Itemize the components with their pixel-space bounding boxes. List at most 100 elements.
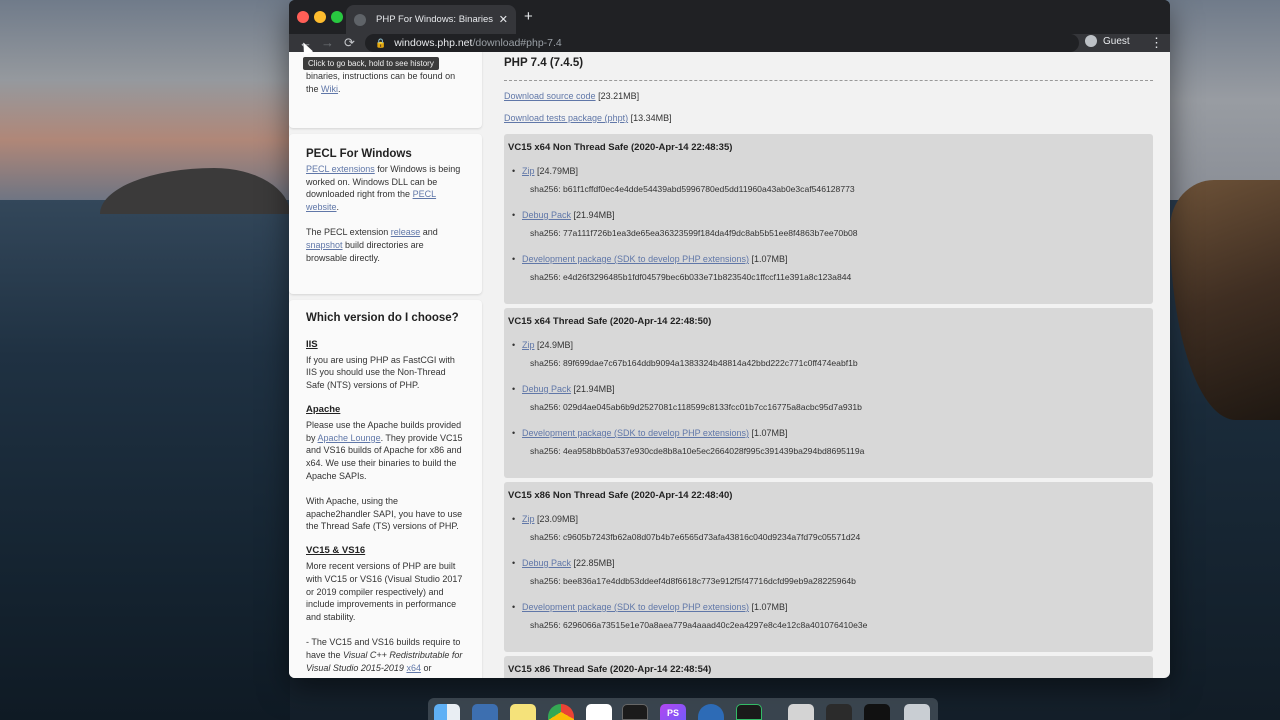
zip-link[interactable]: Zip xyxy=(522,166,535,176)
app-icon[interactable] xyxy=(826,704,852,720)
download-item: • Development package (SDK to develop PHP… xyxy=(512,602,788,612)
bullet-icon: • xyxy=(512,254,516,264)
build-block: VC15 x86 Thread Safe (2020-Apr-14 22:48:… xyxy=(504,656,1153,678)
iis-text: If you are using PHP as FastCGI with IIS… xyxy=(306,354,455,391)
dev-package-link[interactable]: Development package (SDK to develop PHP … xyxy=(522,254,749,264)
bullet-icon: • xyxy=(512,210,516,220)
preview-icon[interactable] xyxy=(472,704,498,720)
snapshot-link[interactable]: snapshot xyxy=(306,240,343,250)
build-title: VC15 x64 Non Thread Safe (2020-Apr-14 22… xyxy=(508,142,733,153)
tests-size: [13.34MB] xyxy=(630,113,672,123)
download-source-link[interactable]: Download source code xyxy=(504,91,596,101)
finder-icon[interactable] xyxy=(434,704,460,720)
sha256-value: sha256: 89f699dae7c67b164ddb9094a1383324… xyxy=(530,358,858,368)
file-size: [1.07MB] xyxy=(751,428,788,438)
divider xyxy=(504,80,1153,81)
menu-dots-icon[interactable]: ⋮ xyxy=(1150,34,1163,52)
release-link[interactable]: release xyxy=(391,227,421,237)
dev-package-link[interactable]: Development package (SDK to develop PHP … xyxy=(522,428,749,438)
source-download: Download source code [23.21MB] xyxy=(504,91,639,101)
bullet-icon: • xyxy=(512,428,516,438)
tab-php-windows[interactable]: PHP For Windows: Binaries and ✕ xyxy=(346,5,516,34)
close-window-button[interactable] xyxy=(297,11,309,23)
browser-toolbar: ← → ⟳ 🔒 windows.php.net/download#php-7.4… xyxy=(289,34,1170,52)
version-title: PHP 7.4 (7.4.5) xyxy=(504,57,584,69)
close-tab-icon[interactable]: ✕ xyxy=(499,13,508,26)
tab-title: PHP For Windows: Binaries and xyxy=(376,14,493,25)
file-size: [1.07MB] xyxy=(751,602,788,612)
file-size: [24.9MB] xyxy=(537,340,574,350)
vc-text: More recent versions of PHP are built wi… xyxy=(306,560,463,623)
forward-arrow-icon[interactable]: → xyxy=(321,34,334,52)
apache-heading: Apache xyxy=(306,403,341,415)
slack-icon[interactable] xyxy=(586,704,612,720)
back-tooltip: Click to go back, hold to see history xyxy=(303,57,439,70)
browser-window: PHP For Windows: Binaries and ✕ + ← → ⟳ … xyxy=(289,0,1170,678)
page-content: binaries, instructions can be found on t… xyxy=(289,52,1170,678)
build-title: VC15 x86 Thread Safe (2020-Apr-14 22:48:… xyxy=(508,664,712,675)
zip-link[interactable]: Zip xyxy=(522,340,535,350)
download-tests-link[interactable]: Download tests package (phpt) xyxy=(504,113,628,123)
file-size: [21.94MB] xyxy=(573,210,615,220)
iis-heading: IIS xyxy=(306,338,318,350)
trash-icon[interactable] xyxy=(904,704,930,720)
phpstorm-icon[interactable]: PS xyxy=(660,704,686,720)
build-title: VC15 x86 Non Thread Safe (2020-Apr-14 22… xyxy=(508,490,733,501)
address-bar[interactable]: 🔒 windows.php.net/download#php-7.4 xyxy=(365,34,1079,52)
build-title: VC15 x64 Thread Safe (2020-Apr-14 22:48:… xyxy=(508,316,712,327)
sha256-value: sha256: b61f1cffdf0ec4e4dde54439abd59967… xyxy=(530,184,855,194)
file-size: [1.07MB] xyxy=(751,254,788,264)
file-size: [23.09MB] xyxy=(537,514,579,524)
pecl-title: PECL For Windows xyxy=(306,148,412,160)
download-item: • Debug Pack [22.85MB] xyxy=(512,558,615,568)
sha256-value: sha256: 77a111f726b1ea3de65ea36323599f18… xyxy=(530,228,858,238)
debug-pack-link[interactable]: Debug Pack xyxy=(522,384,571,394)
chrome-icon[interactable] xyxy=(548,704,574,720)
dock: PS xyxy=(428,698,938,720)
tab-strip: PHP For Windows: Binaries and ✕ + xyxy=(289,0,1170,34)
network-icon[interactable] xyxy=(698,704,724,720)
bullet-icon: • xyxy=(512,340,516,350)
file-size: [22.85MB] xyxy=(573,558,615,568)
new-tab-button[interactable]: + xyxy=(524,8,533,25)
reload-icon[interactable]: ⟳ xyxy=(344,34,355,52)
desktop-sky xyxy=(0,0,290,200)
profile-button[interactable]: Guest xyxy=(1085,35,1130,47)
wiki-link[interactable]: Wiki xyxy=(321,84,338,94)
bullet-icon: • xyxy=(512,384,516,394)
pecl-text-3: The PECL extension xyxy=(306,226,391,237)
terminal-icon[interactable] xyxy=(622,704,648,720)
download-item: • Zip [23.09MB] xyxy=(512,514,579,524)
dev-package-link[interactable]: Development package (SDK to develop PHP … xyxy=(522,602,749,612)
debug-pack-link[interactable]: Debug Pack xyxy=(522,558,571,568)
app2-icon[interactable] xyxy=(864,704,890,720)
debug-pack-link[interactable]: Debug Pack xyxy=(522,210,571,220)
wiki-text-end: . xyxy=(338,83,341,94)
bullet-icon: • xyxy=(512,166,516,176)
avatar-icon xyxy=(1085,35,1097,47)
download-item: • Development package (SDK to develop PHP… xyxy=(512,254,788,264)
download-item: • Zip [24.9MB] xyxy=(512,340,574,350)
file-size: [21.94MB] xyxy=(573,384,615,394)
apache-text-3: With Apache, using the apache2handler SA… xyxy=(306,495,463,532)
download-item: • Zip [24.79MB] xyxy=(512,166,579,176)
pecl-extensions-link[interactable]: PECL extensions xyxy=(306,164,375,174)
apache-lounge-link[interactable]: Apache Lounge xyxy=(318,433,381,443)
favicon-icon xyxy=(354,13,366,26)
file-size: [24.79MB] xyxy=(537,166,579,176)
bullet-icon: • xyxy=(512,514,516,524)
activity-monitor-icon[interactable] xyxy=(736,704,762,720)
url-host: windows.php.net xyxy=(394,37,473,49)
x64-link[interactable]: x64 xyxy=(406,663,421,673)
desktop-sea xyxy=(0,200,290,720)
zoom-window-button[interactable] xyxy=(331,11,343,23)
zip-link[interactable]: Zip xyxy=(522,514,535,524)
build-block: VC15 x64 Thread Safe (2020-Apr-14 22:48:… xyxy=(504,308,1153,478)
desktop-sky-right xyxy=(1170,0,1280,200)
notes-icon[interactable] xyxy=(510,704,536,720)
photos-icon[interactable] xyxy=(788,704,814,720)
minimize-window-button[interactable] xyxy=(314,11,326,23)
main-content: PHP 7.4 (7.4.5) Download source code [23… xyxy=(504,52,1153,678)
download-item: • Debug Pack [21.94MB] xyxy=(512,210,615,220)
profile-label: Guest xyxy=(1103,35,1130,47)
